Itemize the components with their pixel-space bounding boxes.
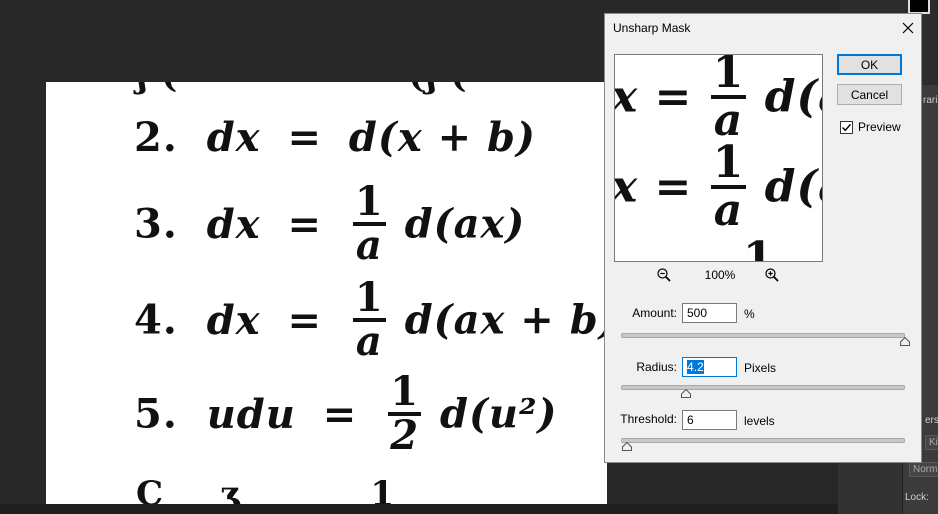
- preview-label[interactable]: Preview: [858, 120, 901, 134]
- equation-partial-top: ʃ ((ʃ (: [136, 82, 467, 96]
- preview-checkbox[interactable]: [840, 121, 853, 134]
- radius-input[interactable]: 4.2: [682, 357, 737, 377]
- fraction-1-over-a: 1 a: [352, 178, 386, 269]
- radius-slider[interactable]: [621, 385, 905, 390]
- close-icon: [902, 22, 914, 34]
- equation-3: 3. dx = 1 a d(ax): [134, 178, 526, 269]
- equation-partial-bottom: Cʒ1: [136, 474, 396, 504]
- kind-filter[interactable]: Kin: [925, 435, 938, 450]
- lock-label: Lock:: [905, 492, 929, 503]
- amount-slider-thumb[interactable]: [900, 337, 910, 346]
- amount-unit: %: [744, 307, 755, 321]
- preview-equation-row-1: x = 1 a d(a: [615, 55, 822, 143]
- radius-unit: Pixels: [744, 361, 777, 375]
- radius-label: Radius:: [636, 360, 677, 374]
- threshold-slider-thumb[interactable]: [621, 442, 632, 451]
- close-button[interactable]: [897, 17, 919, 39]
- photoshop-workspace: ʃ ((ʃ ( 2. dx = d(x + b) 3. dx = 1 a d(a…: [0, 0, 938, 514]
- fraction-1-over-2: 1 2: [388, 368, 422, 459]
- equation-4: 4. dx = 1 a d(ax + b): [134, 274, 607, 365]
- preview-equation-row-3-partial: 1: [743, 233, 775, 262]
- preview-equation-row-2: x = 1 a d(a: [614, 137, 822, 236]
- threshold-label: Threshold:: [620, 412, 677, 426]
- cancel-button[interactable]: Cancel: [837, 84, 902, 105]
- unsharp-mask-dialog: Unsharp Mask x = 1 a d(a x = 1 a: [604, 13, 922, 463]
- equation-2: 2. dx = d(x + b): [134, 114, 536, 161]
- amount-label: Amount:: [632, 306, 677, 320]
- dialog-title: Unsharp Mask: [613, 21, 691, 35]
- layers-tab-label[interactable]: ers: [925, 415, 938, 426]
- document-canvas[interactable]: ʃ ((ʃ ( 2. dx = d(x + b) 3. dx = 1 a d(a…: [46, 82, 607, 504]
- status-strip: [0, 504, 938, 514]
- threshold-slider[interactable]: [621, 438, 905, 443]
- checkmark-icon: [842, 123, 852, 132]
- zoom-out-icon[interactable]: [656, 267, 672, 283]
- radius-slider-thumb[interactable]: [681, 389, 692, 398]
- radius-value-selected: 4.2: [687, 360, 704, 374]
- preview-window[interactable]: x = 1 a d(a x = 1 a d(a 1: [614, 54, 823, 262]
- fraction-1-over-a: 1 a: [352, 274, 386, 365]
- amount-input[interactable]: 500: [682, 303, 737, 323]
- threshold-input[interactable]: 6: [682, 410, 737, 430]
- blend-mode-select[interactable]: Norma: [909, 462, 938, 477]
- amount-slider[interactable]: [621, 333, 905, 338]
- threshold-unit: levels: [744, 414, 775, 428]
- ok-button[interactable]: OK: [837, 54, 902, 75]
- zoom-level: 100%: [704, 268, 736, 282]
- equation-5: 5. udu = 1 2 d(u²): [134, 368, 558, 459]
- panel-tab-label[interactable]: rarie: [923, 95, 938, 106]
- foreground-color-swatch[interactable]: [908, 0, 930, 14]
- zoom-in-icon[interactable]: [764, 267, 780, 283]
